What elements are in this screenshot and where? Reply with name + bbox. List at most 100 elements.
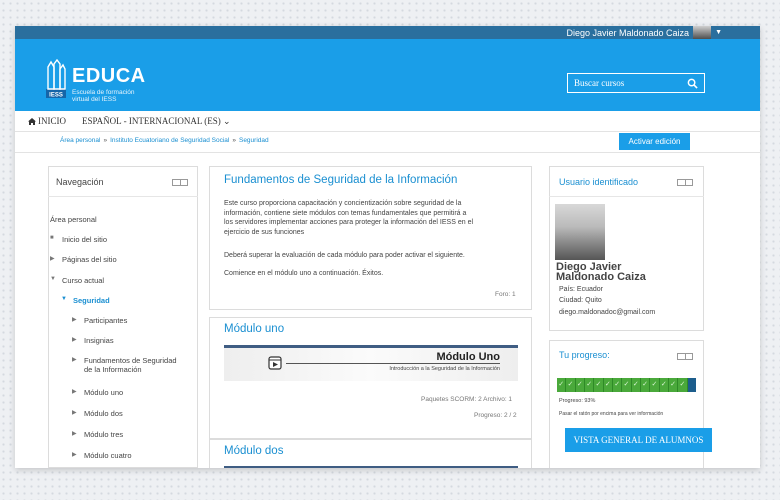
nav-item-modulo-cuatro[interactable]: ▶ Módulo cuatro <box>72 451 132 460</box>
chevron-right-icon: ▶ <box>72 357 77 363</box>
progress-check-icon[interactable]: ✓ <box>632 378 641 392</box>
user-avatar[interactable] <box>555 204 605 260</box>
vista-general-alumnos-button[interactable]: VISTA GENERAL DE ALUMNOS <box>565 428 712 452</box>
progress-check-icon[interactable]: ✓ <box>576 378 585 392</box>
site-header: IESS EDUCA Escuela de formación virtual … <box>15 39 760 111</box>
divider <box>48 196 198 197</box>
chevron-right-icon: ▶ <box>72 431 77 437</box>
module-one-banner-subtitle: Introducción a la Seguridad de la Inform… <box>389 366 500 372</box>
dock-block-icon[interactable] <box>677 179 693 186</box>
logo-subtitle-line-1: Escuela de formación <box>72 89 135 96</box>
nav-item-modulo-uno[interactable]: ▶ Módulo uno <box>72 388 123 397</box>
breadcrumb-area-personal[interactable]: Área personal <box>60 137 100 144</box>
progress-check-icon[interactable]: ✓ <box>650 378 660 392</box>
progress-bar[interactable]: ✓ ✓ ✓ ✓ ✓ ✓ ✓ ✓ ✓ ✓ ✓ ✓ ✓ ✓ <box>557 378 696 392</box>
language-menu[interactable]: ESPAÑOL - INTERNACIONAL (ES) ⌄ <box>82 116 231 127</box>
chevron-down-icon: ▼ <box>61 296 67 302</box>
chevron-right-icon: ▶ <box>72 389 77 395</box>
progress-block-title: Tu progreso: <box>559 350 610 360</box>
progress-check-icon[interactable] <box>687 378 696 392</box>
user-country: País: Ecuador <box>559 286 603 293</box>
nav-item-modulo-tres[interactable]: ▶ Módulo tres <box>72 430 123 439</box>
progress-check-icon[interactable]: ✓ <box>678 378 688 392</box>
nav-item-modulo-dos[interactable]: ▶ Módulo dos <box>72 409 123 418</box>
main-navbar: INICIO ESPAÑOL - INTERNACIONAL (ES) ⌄ <box>15 111 760 131</box>
user-menu-name: Diego Javier Maldonado Caiza <box>566 27 690 38</box>
course-start-note: Comience en el módulo uno a continuación… <box>224 270 384 277</box>
user-menu[interactable]: Diego Javier Maldonado Caiza ▼ <box>566 26 722 40</box>
progress-check-icon[interactable]: ✓ <box>604 378 613 392</box>
site-logo-title[interactable]: EDUCA <box>72 65 146 88</box>
breadcrumb-separator: » <box>232 137 236 144</box>
chevron-right-icon: ▶ <box>72 410 77 416</box>
progress-check-icon[interactable]: ✓ <box>622 378 632 392</box>
chevron-right-icon: ▶ <box>72 452 77 458</box>
navigation-block-title: Navegación <box>56 177 104 187</box>
module-one-meta: Paquetes SCORM: 2 Archivo: 1 <box>421 396 513 403</box>
module-window-icon <box>268 356 282 370</box>
nav-item-insignias[interactable]: ▶ Insignias <box>72 336 114 345</box>
progress-check-icon[interactable]: ✓ <box>585 378 595 392</box>
logo-subtitle-line-2: virtual del IESS <box>72 96 117 103</box>
user-city: Ciudad: Quito <box>559 297 602 304</box>
logo-mark-text: IESS <box>49 93 63 99</box>
nav-item-curso-actual[interactable]: ▼ Curso actual <box>50 276 104 285</box>
module-one-title[interactable]: Módulo uno <box>224 323 284 335</box>
dock-block-icon[interactable] <box>677 353 693 360</box>
nav-item-inicio-del-sitio[interactable]: ■ Inicio del sitio <box>50 235 107 244</box>
top-user-bar: Diego Javier Maldonado Caiza ▼ <box>15 26 760 40</box>
progress-check-icon[interactable]: ✓ <box>557 378 567 392</box>
chevron-right-icon: ▶ <box>72 337 77 343</box>
dock-block-icon[interactable] <box>172 179 188 186</box>
breadcrumb-separator: » <box>103 137 108 144</box>
user-avatar-small <box>693 26 712 40</box>
progress-check-icon[interactable]: ✓ <box>613 378 623 392</box>
chevron-down-icon: ⌄ <box>223 115 231 126</box>
breadcrumb-seguridad[interactable]: Seguridad <box>239 137 269 144</box>
progress-check-icon[interactable]: ✓ <box>566 378 576 392</box>
course-summary-section <box>209 166 532 310</box>
progress-check-icon[interactable]: ✓ <box>669 378 679 392</box>
progress-check-icon[interactable]: ✓ <box>594 378 604 392</box>
language-label: ESPAÑOL - INTERNACIONAL (ES) <box>82 115 221 126</box>
module-one-banner-title: Módulo Uno <box>436 351 500 363</box>
iess-logo-icon[interactable]: IESS <box>45 59 67 99</box>
nav-item-seguridad[interactable]: ▼ Seguridad <box>61 296 110 305</box>
nav-item-paginas-del-sitio[interactable]: ▶ Páginas del sitio <box>50 255 117 264</box>
forum-link[interactable]: Foro: 1 <box>495 290 516 300</box>
chevron-right-icon: ▶ <box>50 256 55 262</box>
progress-hint: Pasar el ratón por encima para ver infor… <box>559 411 664 417</box>
search-input[interactable]: Buscar cursos <box>567 73 705 93</box>
nav-item-area-personal[interactable]: Área personal <box>50 215 97 224</box>
nav-home-label: INICIO <box>38 116 66 126</box>
nav-item-fundamentos[interactable]: ▶ Fundamentos de Seguridad de la Informaci… <box>72 356 177 374</box>
course-description: Este curso proporciona capacitación y co… <box>224 200 474 236</box>
user-full-name: Diego Javier Maldonado Caiza <box>556 261 646 283</box>
nav-item-participantes[interactable]: ▶ Participantes <box>72 316 127 325</box>
course-title: Fundamentos de Seguridad de la Informaci… <box>224 174 458 186</box>
site-logo-subtitle: Escuela de formación virtual del IESS <box>72 89 152 103</box>
activar-edicion-button[interactable]: Activar edición <box>619 133 690 150</box>
user-email[interactable]: diego.maldonadoc@gmail.com <box>559 308 655 318</box>
caret-down-icon: ▼ <box>715 29 722 36</box>
breadcrumb: Área personal» Instituto Ecuatoriano de S… <box>60 137 269 144</box>
breadcrumb-instituto[interactable]: Instituto Ecuatoriano de Seguridad Socia… <box>110 137 229 144</box>
chevron-down-icon: ▼ <box>50 276 56 282</box>
home-icon <box>28 117 36 125</box>
bullet-icon: ■ <box>50 235 54 241</box>
progress-percent: Progreso: 93% <box>559 398 596 404</box>
progress-check-icon[interactable]: ✓ <box>660 378 669 392</box>
search-placeholder: Buscar cursos <box>574 78 625 88</box>
chevron-right-icon: ▶ <box>72 317 77 323</box>
course-instruction: Deberá superar la evaluación de cada mód… <box>224 252 465 259</box>
module-two-title[interactable]: Módulo dos <box>224 445 283 457</box>
banner-divider <box>286 363 500 364</box>
progress-check-icon[interactable]: ✓ <box>641 378 651 392</box>
module-one-progress: Progreso: 2 / 2 <box>474 412 517 419</box>
nav-home-link[interactable]: INICIO <box>28 116 66 126</box>
browser-page: Diego Javier Maldonado Caiza ▼ IESS EDUC… <box>15 26 760 468</box>
user-block-title: Usuario identificado <box>559 177 639 187</box>
search-icon[interactable] <box>687 78 698 89</box>
module-two-banner <box>224 466 518 468</box>
module-one-banner[interactable]: Módulo Uno Introducción a la Seguridad d… <box>224 345 518 381</box>
